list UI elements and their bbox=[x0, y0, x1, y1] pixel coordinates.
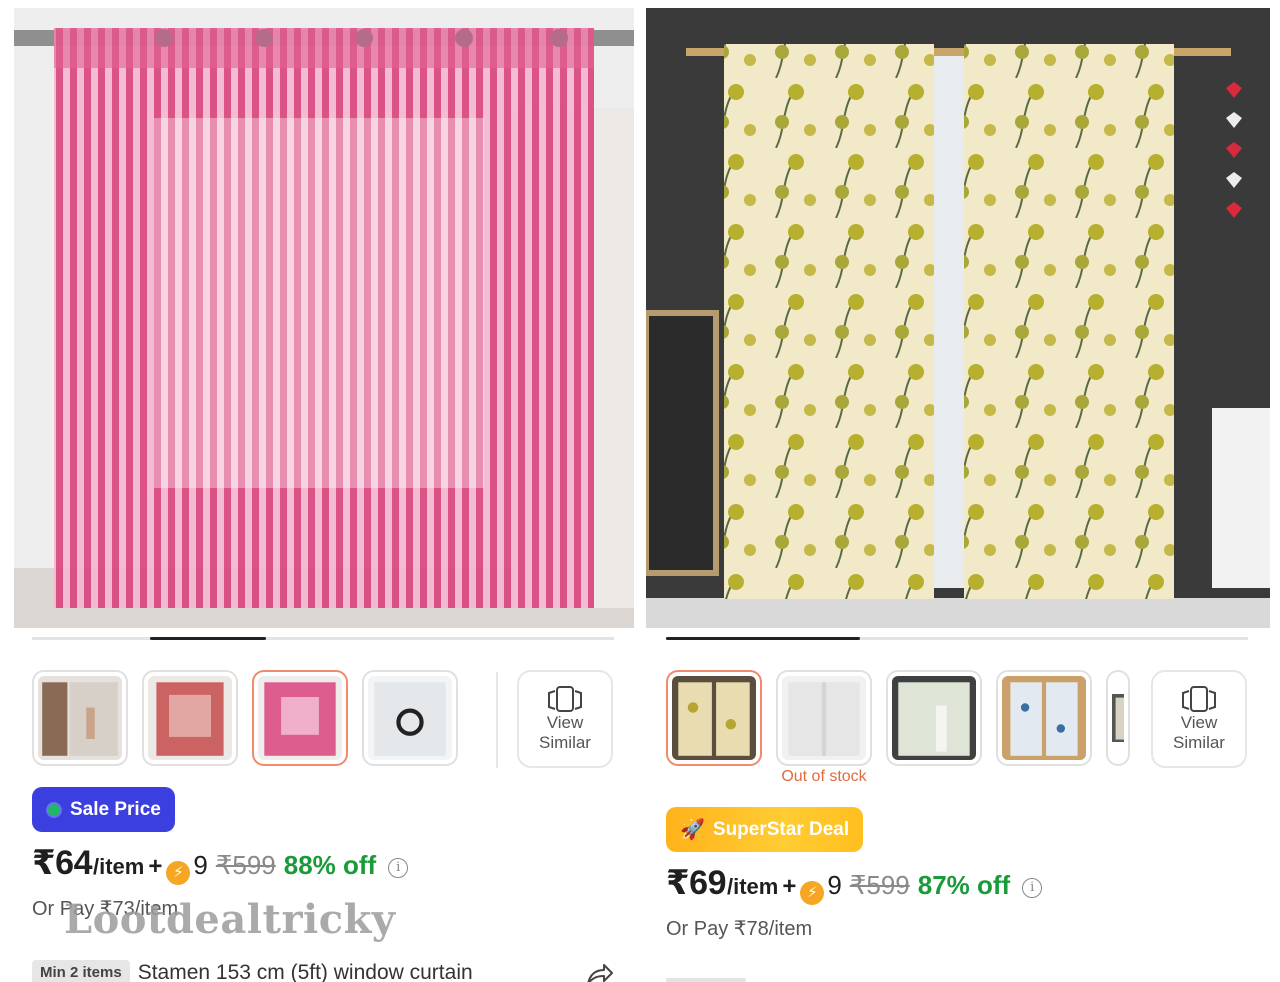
next-section-stub bbox=[666, 978, 746, 982]
product-card-left[interactable]: View Similar Sale Price ₹64 /item + ⚡ 9 … bbox=[0, 0, 640, 982]
thumbnail-strip bbox=[32, 670, 458, 766]
superstar-deal-label: SuperStar Deal bbox=[712, 818, 850, 840]
superstar-deal-badge: 🚀 SuperStar Deal bbox=[666, 807, 864, 852]
product-card-right[interactable]: Out of stock View Similar 🚀 SuperStar De… bbox=[640, 0, 1280, 982]
out-of-stock-label: Out of stock bbox=[781, 768, 867, 785]
thumbnail-image bbox=[368, 676, 452, 760]
price-value: ₹69 bbox=[666, 864, 726, 902]
price-row: ₹64 /item + ⚡ 9 ₹599 88% off i bbox=[32, 843, 409, 885]
view-similar-label-line2: Similar bbox=[1173, 733, 1225, 752]
view-similar-button[interactable]: View Similar bbox=[1151, 670, 1247, 768]
price-unit: /item bbox=[726, 874, 779, 899]
stacked-cards-icon bbox=[548, 686, 582, 712]
thumbnail-image bbox=[1112, 694, 1124, 742]
mrp-value: ₹599 bbox=[849, 870, 910, 900]
product-title-row: Min 2 items Stamen 153 cm (5ft) window c… bbox=[32, 960, 473, 982]
price-plus: + bbox=[148, 853, 163, 880]
coin-value: 9 bbox=[193, 850, 208, 880]
view-similar-label-line1: View bbox=[1180, 713, 1218, 732]
discount-value: 87% off bbox=[917, 870, 1011, 900]
floral-curtain-illustration bbox=[646, 8, 1270, 628]
thumbnail-green-curtain[interactable] bbox=[886, 670, 982, 766]
carousel-progress-fill bbox=[150, 637, 266, 640]
thumbnail-strip bbox=[666, 670, 1130, 766]
thumbnail-pink-curtain[interactable] bbox=[252, 670, 348, 766]
sale-price-badge: Sale Price bbox=[32, 787, 175, 832]
thumbnail-image bbox=[672, 676, 756, 760]
info-icon[interactable]: i bbox=[388, 858, 409, 878]
image-carousel-progress bbox=[32, 637, 614, 640]
rocket-icon: 🚀 bbox=[680, 819, 705, 841]
watermark-text: Lootdealtricky bbox=[64, 896, 396, 943]
image-carousel-progress bbox=[666, 637, 1248, 640]
or-pay-text: Or Pay ₹78/item bbox=[666, 918, 813, 940]
info-icon[interactable]: i bbox=[1022, 878, 1043, 898]
coin-icon: ⚡ bbox=[800, 881, 825, 905]
thumbnail-image bbox=[782, 676, 866, 760]
product-image-floral-curtain[interactable] bbox=[646, 8, 1270, 628]
coin-value: 9 bbox=[827, 870, 842, 900]
thumbnail-partial[interactable] bbox=[1106, 670, 1130, 766]
thumbnail-image bbox=[38, 676, 122, 760]
thumbnail-brown-curtain[interactable] bbox=[32, 670, 128, 766]
thumbnail-image bbox=[1002, 676, 1086, 760]
thumbnail-divider bbox=[496, 672, 498, 768]
thumbnail-white-sheer-curtain[interactable] bbox=[776, 670, 872, 766]
mrp-value: ₹599 bbox=[215, 850, 276, 880]
thumbnail-red-curtain[interactable] bbox=[142, 670, 238, 766]
thumbnail-image bbox=[148, 676, 232, 760]
product-title[interactable]: Stamen 153 cm (5ft) window curtain bbox=[138, 961, 473, 982]
view-similar-label-line2: Similar bbox=[539, 733, 591, 752]
price-value: ₹64 bbox=[32, 844, 92, 882]
thumbnail-floral-curtain[interactable] bbox=[666, 670, 762, 766]
thumbnail-image bbox=[892, 676, 976, 760]
sale-price-label: Sale Price bbox=[70, 798, 161, 820]
carousel-progress-fill bbox=[666, 637, 860, 640]
price-plus: + bbox=[782, 873, 797, 900]
stacked-cards-icon bbox=[1182, 686, 1216, 712]
thumbnail-white-curtain[interactable] bbox=[362, 670, 458, 766]
price-row: ₹69 /item + ⚡ 9 ₹599 87% off i bbox=[666, 863, 1043, 905]
view-similar-label-line1: View bbox=[546, 713, 584, 732]
product-image-pink-curtain[interactable] bbox=[14, 8, 634, 628]
thumbnail-blue-pattern-curtain[interactable] bbox=[996, 670, 1092, 766]
discount-value: 88% off bbox=[283, 850, 377, 880]
sale-dot-icon bbox=[46, 801, 62, 818]
min-items-chip: Min 2 items bbox=[32, 960, 130, 982]
pink-curtain-illustration bbox=[14, 8, 634, 628]
coin-icon: ⚡ bbox=[166, 861, 191, 885]
view-similar-button[interactable]: View Similar bbox=[517, 670, 613, 768]
share-icon[interactable] bbox=[584, 962, 614, 982]
price-unit: /item bbox=[92, 854, 145, 879]
thumbnail-image bbox=[258, 676, 342, 760]
